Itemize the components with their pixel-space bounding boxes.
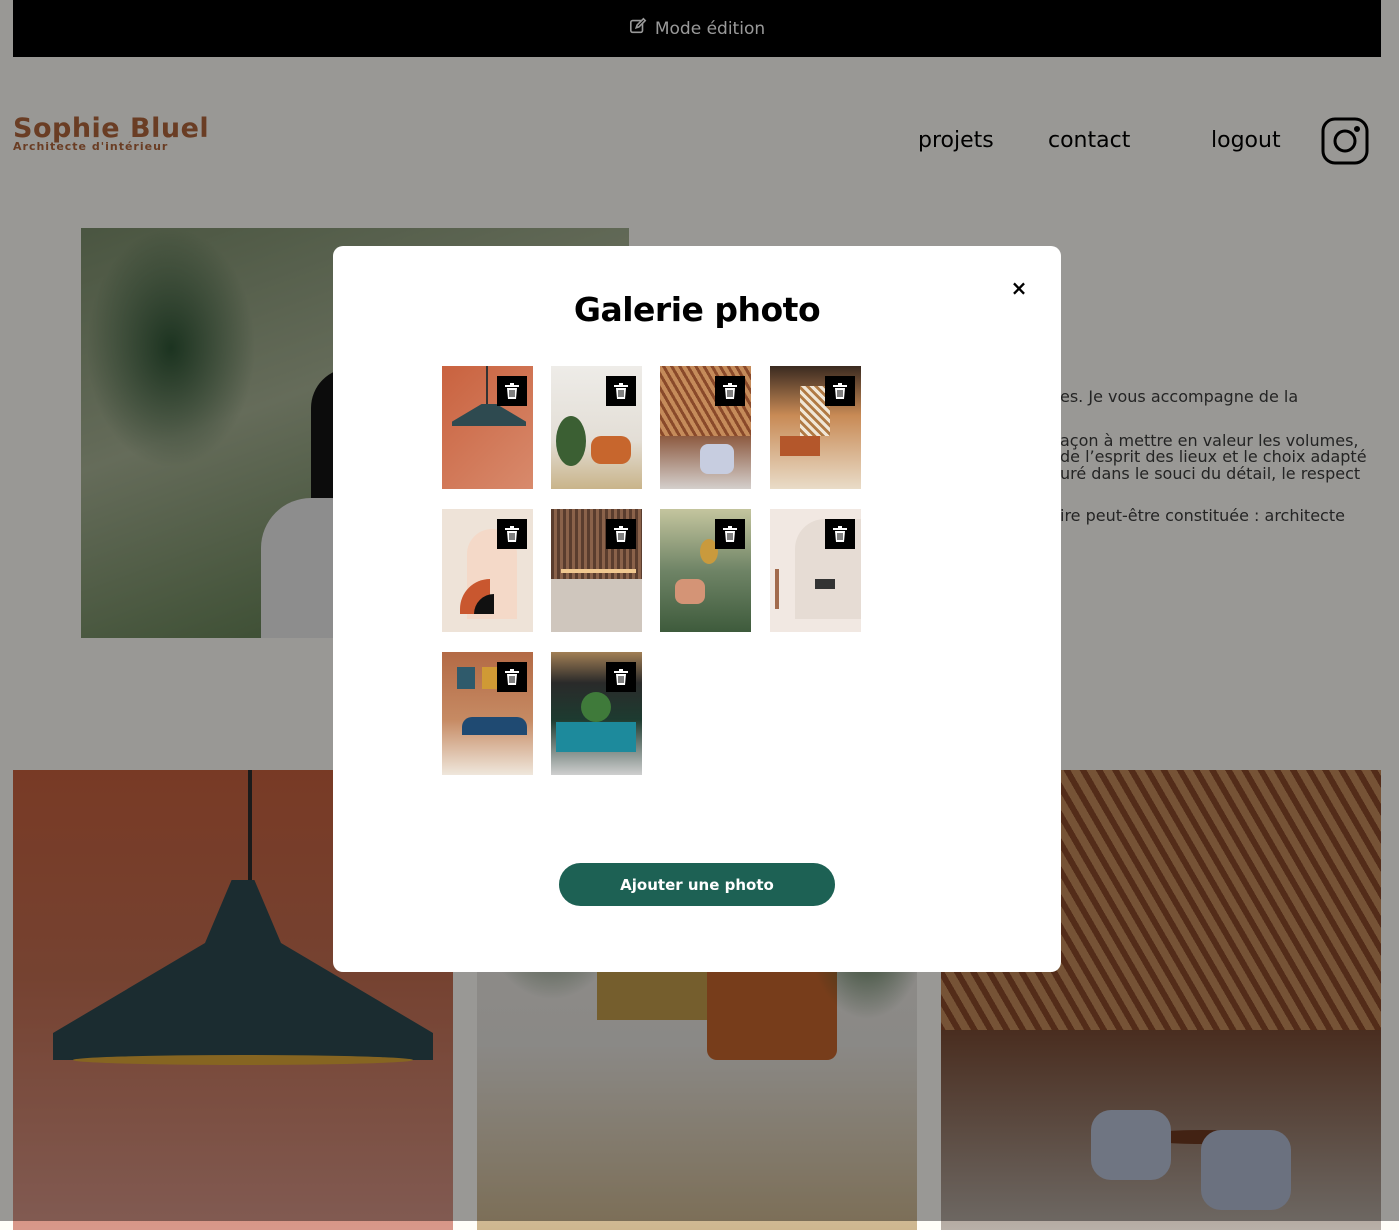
photo-thumbnail <box>770 509 861 632</box>
trash-icon[interactable] <box>606 519 636 549</box>
add-photo-button[interactable]: Ajouter une photo <box>559 863 835 906</box>
trash-icon[interactable] <box>497 519 527 549</box>
photo-thumbnail <box>551 652 642 775</box>
photo-thumbnail <box>442 652 533 775</box>
trash-icon[interactable] <box>497 662 527 692</box>
trash-icon[interactable] <box>606 662 636 692</box>
trash-icon[interactable] <box>497 376 527 406</box>
trash-icon[interactable] <box>606 376 636 406</box>
trash-icon[interactable] <box>825 519 855 549</box>
trash-icon[interactable] <box>825 376 855 406</box>
trash-icon[interactable] <box>715 376 745 406</box>
photo-thumbnail <box>551 366 642 489</box>
trash-icon[interactable] <box>715 519 745 549</box>
modal-title: Galerie photo <box>573 290 821 329</box>
photo-thumbnail <box>551 509 642 632</box>
photo-thumbnail <box>660 366 751 489</box>
gallery-modal: × Galerie photo Ajouter une photo <box>333 246 1061 972</box>
photo-thumbnail <box>660 509 751 632</box>
photo-thumbnail <box>442 366 533 489</box>
photo-thumbnail <box>770 366 861 489</box>
photo-thumbnail <box>442 509 533 632</box>
